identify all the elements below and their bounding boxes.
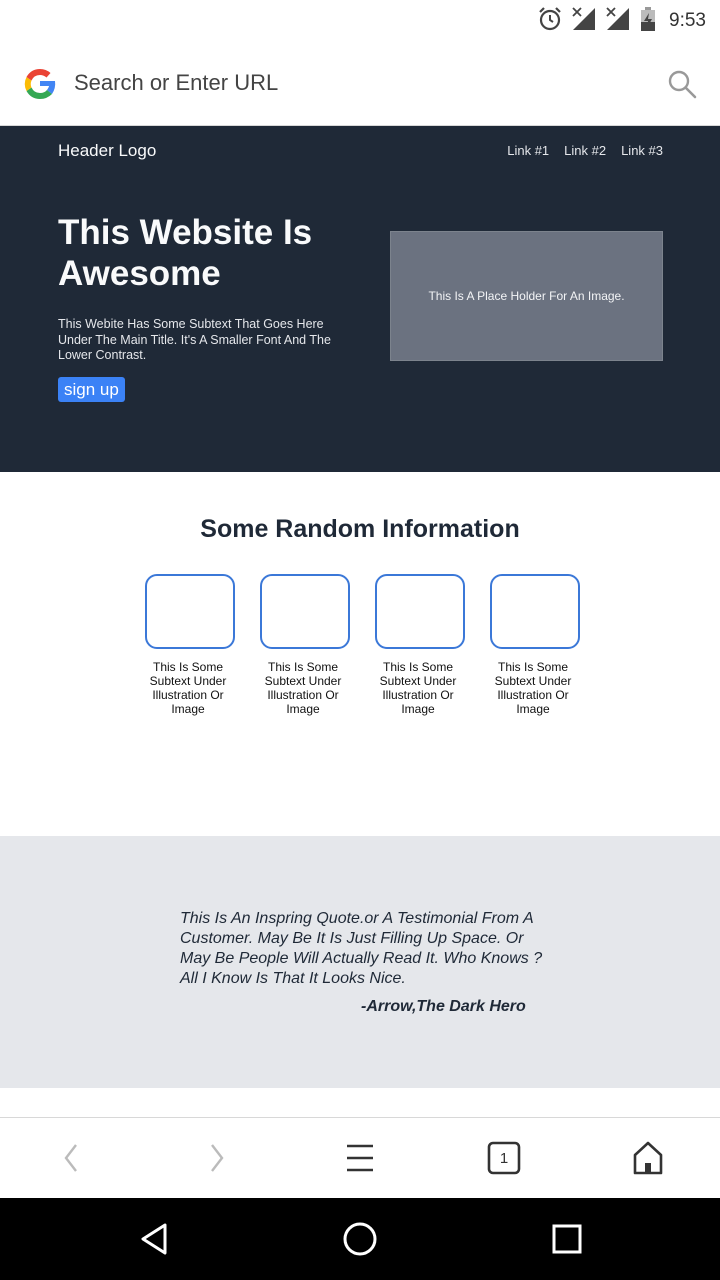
info-card: This Is Some Subtext Under Illustration … bbox=[145, 574, 235, 716]
illustration-box bbox=[260, 574, 350, 649]
card-caption: This Is Some Subtext Under Illustration … bbox=[149, 660, 227, 716]
signal-off-icon bbox=[605, 6, 631, 37]
header-logo[interactable]: Header Logo bbox=[58, 141, 156, 161]
card-caption: This Is Some Subtext Under Illustration … bbox=[494, 660, 572, 716]
nav-link-3[interactable]: Link #3 bbox=[621, 143, 663, 158]
home-circle-icon[interactable] bbox=[340, 1219, 380, 1259]
nav-link-2[interactable]: Link #2 bbox=[564, 143, 606, 158]
info-card: This Is Some Subtext Under Illustration … bbox=[260, 574, 350, 716]
battery-charging-icon bbox=[639, 6, 657, 37]
tab-count: 1 bbox=[499, 1149, 509, 1167]
info-card: This Is Some Subtext Under Illustration … bbox=[375, 574, 465, 716]
search-icon[interactable] bbox=[666, 68, 698, 100]
tabs-icon[interactable]: 1 bbox=[484, 1138, 524, 1178]
android-nav-bar bbox=[0, 1198, 720, 1280]
card-caption: This Is Some Subtext Under Illustration … bbox=[264, 660, 342, 716]
card-caption: This Is Some Subtext Under Illustration … bbox=[379, 660, 457, 716]
url-input[interactable]: Search or Enter URL bbox=[74, 70, 278, 96]
quote-author: -Arrow,The Dark Hero bbox=[361, 998, 526, 1015]
back-icon[interactable] bbox=[52, 1138, 92, 1178]
signal-off-icon bbox=[571, 6, 597, 37]
quote-text: This Is An Inspring Quote.or A Testimoni… bbox=[180, 910, 543, 987]
hero-title: This Website Is Awesome bbox=[58, 213, 313, 293]
nav-link-1[interactable]: Link #1 bbox=[507, 143, 549, 158]
alarm-icon bbox=[537, 6, 563, 37]
google-g-logo bbox=[22, 66, 58, 102]
status-bar: 9:53 bbox=[0, 0, 720, 44]
browser-url-bar: Search or Enter URL bbox=[0, 44, 720, 126]
info-card: This Is Some Subtext Under Illustration … bbox=[490, 574, 580, 716]
quote-section: This Is An Inspring Quote.or A Testimoni… bbox=[0, 836, 720, 1088]
sign-up-button[interactable]: sign up bbox=[58, 377, 125, 402]
illustration-box bbox=[375, 574, 465, 649]
forward-icon[interactable] bbox=[196, 1138, 236, 1178]
status-icons: 9:53 bbox=[537, 6, 706, 37]
hero-subtitle: This Webite Has Some Subtext That Goes H… bbox=[58, 317, 331, 362]
info-section: Some Random Information This Is Some Sub… bbox=[0, 472, 720, 836]
illustration-box bbox=[490, 574, 580, 649]
hero-section: Header Logo Link #1 Link #2 Link #3 This… bbox=[0, 126, 720, 472]
header-nav: Link #1 Link #2 Link #3 bbox=[507, 143, 663, 158]
image-placeholder-text: This Is A Place Holder For An Image. bbox=[428, 289, 625, 303]
browser-toolbar: 1 bbox=[0, 1117, 720, 1198]
illustration-box bbox=[145, 574, 235, 649]
section-title: Some Random Information bbox=[200, 515, 520, 543]
hero-image-placeholder: This Is A Place Holder For An Image. bbox=[390, 231, 663, 361]
status-time: 9:53 bbox=[669, 10, 706, 31]
recents-square-icon[interactable] bbox=[547, 1219, 587, 1259]
home-icon[interactable] bbox=[628, 1138, 668, 1178]
menu-icon[interactable] bbox=[340, 1138, 380, 1178]
back-triangle-icon[interactable] bbox=[134, 1219, 174, 1259]
